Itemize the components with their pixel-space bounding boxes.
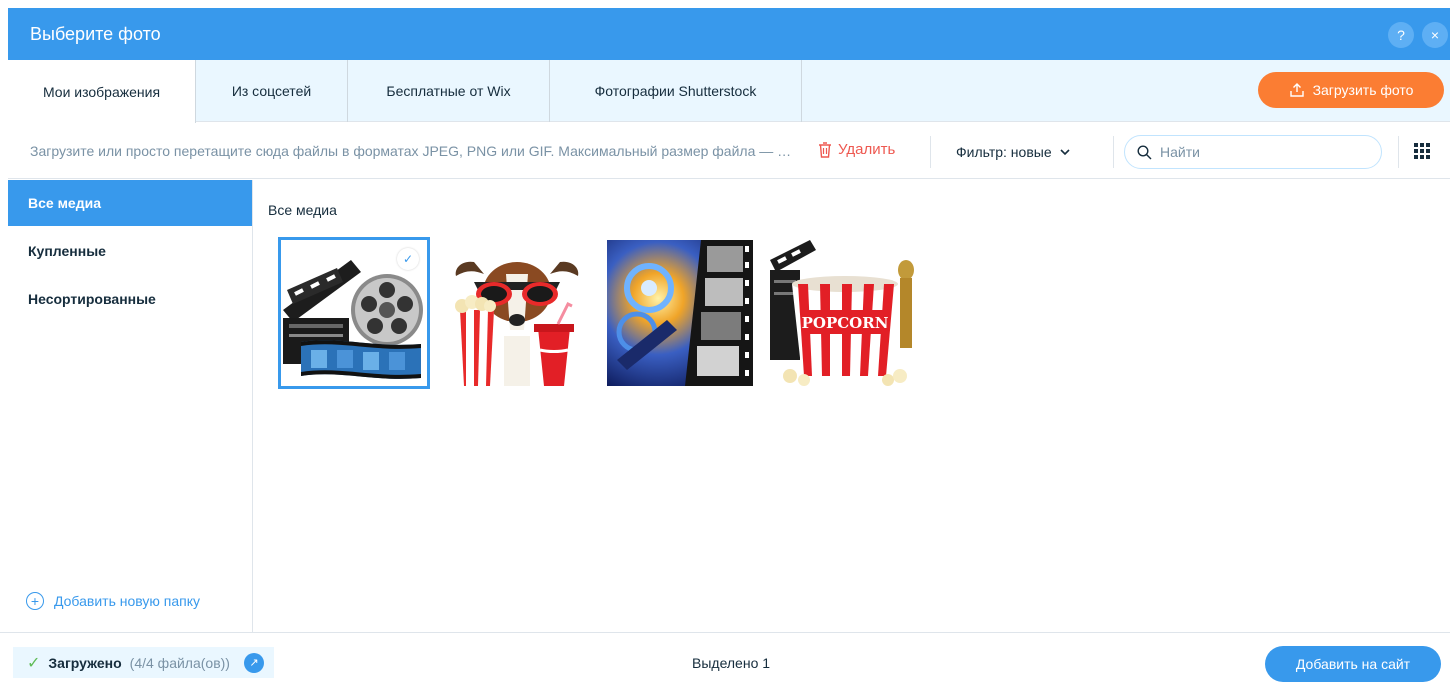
help-button[interactable]: ? (1388, 22, 1414, 48)
toolbar-divider (1398, 136, 1399, 168)
upload-photo-label: Загрузить фото (1312, 82, 1414, 98)
tab-shutterstock[interactable]: Фотографии Shutterstock (550, 60, 802, 122)
sidebar-item-purchased[interactable]: Купленные (8, 228, 252, 274)
grid-view-icon[interactable] (1414, 143, 1430, 159)
dialog-header: Выберите фото ? × (8, 8, 1450, 60)
tab-my-images[interactable]: Мои изображения (8, 60, 196, 123)
toolbar-divider (930, 136, 931, 168)
close-icon: × (1430, 27, 1440, 43)
upload-photo-button[interactable]: Загрузить фото (1258, 72, 1444, 108)
folders-sidebar: Все медиа Купленные Несортированные + До… (8, 180, 253, 632)
search-icon (1137, 144, 1152, 159)
media-toolbar: Загрузите или просто перетащите сюда фай… (8, 123, 1450, 179)
left-gutter (0, 0, 8, 677)
close-button[interactable]: × (1422, 22, 1448, 48)
source-tabs: Мои изображения Из соцсетей Бесплатные о… (8, 60, 1450, 123)
dialog-title: Выберите фото (30, 23, 161, 44)
popcorn-text: POPCORN (802, 314, 889, 332)
popcorn-bucket-image: POPCORN (770, 240, 916, 386)
media-thumbnail-film-projector[interactable] (607, 240, 753, 386)
media-grid: Все медиа ✓ POPCORN (254, 180, 1450, 632)
media-thumbnail-clapperboard[interactable]: ✓ (278, 237, 430, 389)
media-thumbnail-popcorn-bucket[interactable]: POPCORN (770, 240, 916, 386)
dog-popcorn-image (444, 240, 590, 386)
upload-status-count: (4/4 файла(ов)) (129, 654, 230, 671)
check-icon: ✓ (27, 654, 41, 672)
plus-circle-icon: + (26, 592, 44, 610)
add-folder-button[interactable]: + Добавить новую папку (26, 592, 200, 610)
search-input[interactable] (1160, 144, 1360, 160)
upload-status-label: Загружено (48, 654, 122, 671)
upload-icon (1289, 83, 1304, 97)
tab-free-wix[interactable]: Бесплатные от Wix (348, 60, 550, 122)
media-manager-dialog: Выберите фото ? × Мои изображения Из соц… (0, 0, 1450, 682)
filter-label: Фильтр: новые (956, 144, 1052, 160)
help-icon: ? (1397, 27, 1405, 43)
selected-check-icon: ✓ (397, 248, 419, 270)
trash-icon (819, 141, 831, 158)
dialog-footer: ✓ Загружено (4/4 файла(ов)) ↗ Выделено 1… (0, 632, 1450, 682)
delete-label: Удалить (838, 141, 896, 158)
upload-status: ✓ Загружено (4/4 файла(ов)) ↗ (13, 647, 274, 678)
toolbar-divider (1113, 136, 1114, 168)
filter-dropdown[interactable]: Фильтр: новые (956, 144, 1070, 160)
content-title: Все медиа (268, 202, 337, 218)
media-thumbnail-dog-popcorn[interactable] (444, 240, 590, 386)
search-box[interactable] (1124, 135, 1382, 169)
sidebar-item-unsorted[interactable]: Несортированные (8, 276, 252, 322)
add-folder-label: Добавить новую папку (54, 593, 201, 609)
sidebar-item-all-media[interactable]: Все медиа (8, 180, 252, 226)
film-projector-image (607, 240, 753, 386)
delete-button[interactable]: Удалить (818, 141, 895, 158)
open-external-icon[interactable]: ↗ (243, 652, 264, 673)
chevron-down-icon (1060, 149, 1070, 156)
selected-count: Выделено 1 (692, 655, 771, 671)
tab-social[interactable]: Из соцсетей (196, 60, 348, 122)
upload-hint: Загрузите или просто перетащите сюда фай… (30, 143, 794, 159)
